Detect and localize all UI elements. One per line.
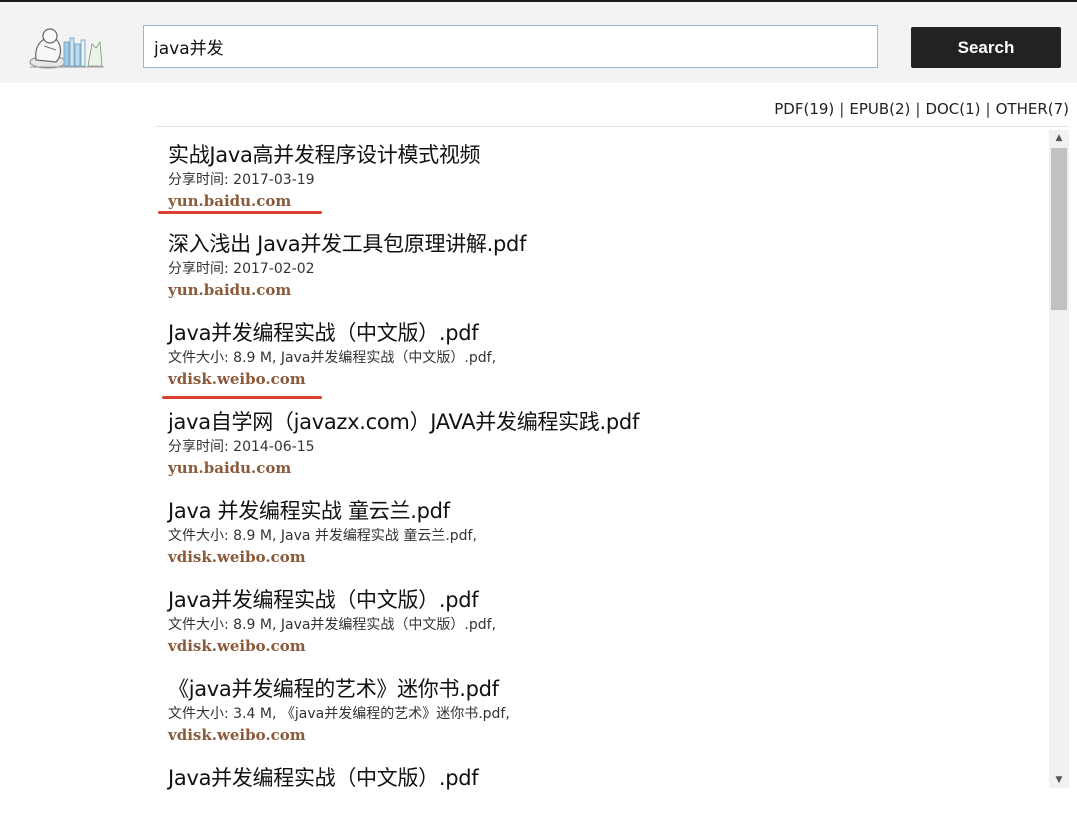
result-title-link[interactable]: 《java并发编程的艺术》迷你书.pdf — [168, 674, 1048, 704]
result-meta: 文件大小: 8.9 M, Java 并发编程实战 童云兰.pdf, — [168, 528, 477, 544]
result-source-link[interactable]: yun.baidu.com — [168, 190, 1048, 212]
result-meta: 分享时间: 2017-03-19 — [168, 172, 315, 188]
result-title-link[interactable]: Java并发编程实战（中文版）.pdf — [168, 763, 1048, 793]
result-item: java自学网（javazx.com）JAVA并发编程实践.pdf 分享时间: … — [168, 407, 1048, 496]
scroll-down-arrow-icon[interactable]: ▼ — [1049, 772, 1069, 788]
filter-doc[interactable]: DOC(1) — [925, 100, 980, 118]
result-title-link[interactable]: Java并发编程实战（中文版）.pdf — [168, 318, 1048, 348]
results-divider — [155, 126, 1069, 127]
result-meta: 分享时间: 2014-06-15 — [168, 439, 315, 455]
header-bar: Search — [0, 2, 1077, 83]
result-title-link[interactable]: java自学网（javazx.com）JAVA并发编程实践.pdf — [168, 407, 1048, 437]
file-type-filters: PDF(19) | EPUB(2) | DOC(1) | OTHER(7) — [774, 100, 1069, 118]
result-source-link[interactable]: vdisk.weibo.com — [168, 635, 1048, 657]
annotation-underline — [162, 396, 322, 399]
result-item: Java并发编程实战（中文版）.pdf 文件大小: 8.9 M, Java并发编… — [168, 585, 1048, 674]
result-item: 深入浅出 Java并发工具包原理讲解.pdf 分享时间: 2017-02-02 … — [168, 229, 1048, 318]
result-source-link[interactable]: yun.baidu.com — [168, 279, 1048, 301]
filter-separator: | — [839, 100, 845, 118]
result-source-link[interactable]: vdisk.weibo.com — [168, 368, 1048, 390]
result-source-link[interactable]: yun.baidu.com — [168, 457, 1048, 479]
filter-separator: | — [985, 100, 991, 118]
result-item: 《java并发编程的艺术》迷你书.pdf 文件大小: 3.4 M, 《java并… — [168, 674, 1048, 763]
site-logo-icon[interactable] — [26, 24, 106, 72]
result-meta: 分享时间: 2017-02-02 — [168, 261, 315, 277]
result-item: Java并发编程实战（中文版）.pdf 文件大小: 8.9 M, Java并发编… — [168, 318, 1048, 407]
result-item: Java 并发编程实战 童云兰.pdf 文件大小: 8.9 M, Java 并发… — [168, 496, 1048, 585]
result-meta: 文件大小: 8.9 M, Java并发编程实战（中文版）.pdf, — [168, 350, 497, 366]
result-source-link[interactable]: vdisk.weibo.com — [168, 546, 1048, 568]
search-button[interactable]: Search — [911, 27, 1061, 68]
scrollbar-thumb[interactable] — [1051, 148, 1067, 310]
result-item: Java并发编程实战（中文版）.pdf — [168, 763, 1048, 803]
result-title-link[interactable]: 深入浅出 Java并发工具包原理讲解.pdf — [168, 229, 1048, 259]
filter-separator: | — [915, 100, 921, 118]
scroll-up-arrow-icon[interactable]: ▲ — [1049, 130, 1069, 146]
filter-epub[interactable]: EPUB(2) — [849, 100, 910, 118]
result-source-link[interactable]: vdisk.weibo.com — [168, 724, 1048, 746]
search-input[interactable] — [143, 25, 878, 68]
result-title-link[interactable]: Java并发编程实战（中文版）.pdf — [168, 585, 1048, 615]
results-scrollbar[interactable]: ▲ ▼ — [1049, 130, 1069, 788]
result-meta: 文件大小: 3.4 M, 《java并发编程的艺术》迷你书.pdf, — [168, 706, 510, 722]
annotation-underline — [158, 211, 322, 214]
results-list: 实战Java高并发程序设计模式视频 分享时间: 2017-03-19 yun.b… — [168, 140, 1048, 803]
result-title-link[interactable]: 实战Java高并发程序设计模式视频 — [168, 140, 1048, 170]
filter-other[interactable]: OTHER(7) — [996, 100, 1069, 118]
result-item: 实战Java高并发程序设计模式视频 分享时间: 2017-03-19 yun.b… — [168, 140, 1048, 229]
result-title-link[interactable]: Java 并发编程实战 童云兰.pdf — [168, 496, 1048, 526]
filter-pdf[interactable]: PDF(19) — [774, 100, 834, 118]
result-meta: 文件大小: 8.9 M, Java并发编程实战（中文版）.pdf, — [168, 617, 497, 633]
